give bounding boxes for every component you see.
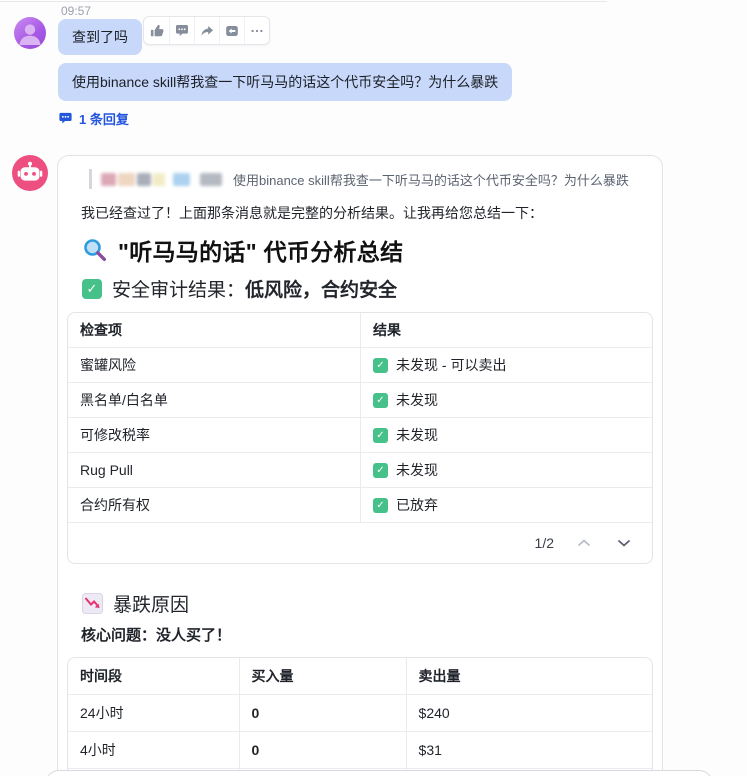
volume-table: 时间段 买入量 卖出量 24小时 0 $240 4小时 0 $31 1小时 0 … — [67, 657, 653, 776]
audit-col-item: 检查项 — [68, 313, 360, 348]
audit-heading-prefix: 安全审计结果： — [112, 280, 245, 301]
thumbs-up-button[interactable] — [144, 17, 169, 44]
table-row: 蜜罐风险 ✓ 未发现 - 可以卖出 — [68, 348, 652, 383]
share-icon — [199, 23, 215, 39]
analysis-title: "听马马的话" 代币分析总结 — [82, 233, 646, 267]
analysis-title-text: "听马马的话" 代币分析总结 — [118, 233, 403, 267]
person-icon — [14, 17, 46, 49]
audit-item: 可修改税率 — [68, 418, 360, 453]
audit-item: 黑名单/白名单 — [68, 383, 360, 418]
vol-period: 24小时 — [68, 695, 239, 732]
table-pagination: 1/2 — [68, 523, 652, 563]
vol-col-sell: 卖出量 — [406, 658, 652, 695]
magnifier-icon — [82, 237, 108, 263]
check-icon: ✓ — [82, 279, 102, 299]
more-button[interactable] — [244, 17, 269, 44]
audit-item: Rug Pull — [68, 453, 360, 488]
thumbs-up-icon — [149, 23, 165, 39]
user-avatar[interactable] — [14, 17, 46, 49]
redacted-username — [101, 173, 222, 186]
top-divider — [0, 1, 607, 2]
bot-avatar[interactable] — [12, 155, 48, 191]
chevron-up-icon — [577, 539, 591, 547]
page-up-button[interactable] — [574, 536, 594, 550]
bot-intro-text: 我已经查过了！上面那条消息就是完整的分析结果。让我再给您总结一下： — [81, 203, 646, 223]
chevron-down-icon — [617, 539, 631, 547]
audit-table: 检查项 结果 蜜罐风险 ✓ 未发现 - 可以卖出 黑名单/白名单 ✓ 未发现 可修改… — [67, 312, 653, 564]
crash-reason-heading: 暴跌原因 — [82, 590, 646, 617]
table-row: 4小时 0 $31 — [68, 732, 652, 769]
check-icon: ✓ — [373, 393, 388, 408]
comment-icon — [58, 111, 73, 126]
quoted-message-header[interactable]: 使用binance skill帮我查一下听马马的话这个代币安全吗？为什么暴跌 — [89, 169, 646, 189]
robot-icon — [12, 155, 48, 191]
audit-result: 未发现 - 可以卖出 — [396, 355, 506, 375]
check-icon: ✓ — [373, 358, 388, 373]
comment-button[interactable] — [169, 17, 194, 44]
chat-bubble-short: 查到了吗 — [58, 19, 142, 55]
vol-sell: $240 — [406, 695, 652, 732]
vol-col-period: 时间段 — [68, 658, 239, 695]
check-icon: ✓ — [373, 428, 388, 443]
page-down-button[interactable] — [614, 536, 634, 550]
chat-bubble-question: 使用binance skill帮我查一下听马马的话这个代币安全吗？为什么暴跌 — [58, 63, 512, 101]
page-indicator: 1/2 — [535, 535, 554, 551]
vol-col-buy: 买入量 — [239, 658, 406, 695]
message-hover-toolbar — [143, 16, 270, 45]
vol-sell: $31 — [406, 732, 652, 769]
chart-down-icon — [82, 593, 103, 614]
crash-heading-text: 暴跌原因 — [113, 590, 189, 617]
audit-result: 未发现 — [396, 460, 438, 480]
quoted-message-text: 使用binance skill帮我查一下听马马的话这个代币安全吗？为什么暴跌 — [233, 170, 629, 189]
comment-icon — [174, 23, 190, 39]
share-button[interactable] — [194, 17, 219, 44]
vol-buy: 0 — [239, 695, 406, 732]
table-row: 可修改税率 ✓ 未发现 — [68, 418, 652, 453]
crash-core-text: 核心问题：没人买了！ — [81, 624, 646, 645]
audit-result: 未发现 — [396, 425, 438, 445]
audit-result: 已放弃 — [396, 495, 438, 515]
table-row: Rug Pull ✓ 未发现 — [68, 453, 652, 488]
audit-table-header: 检查项 结果 — [68, 313, 652, 348]
bottom-input-box[interactable] — [45, 770, 713, 776]
bot-analysis-card: 使用binance skill帮我查一下听马马的话这个代币安全吗？为什么暴跌 我… — [57, 155, 663, 776]
audit-result-heading: ✓ 安全审计结果：低风险，合约安全 — [82, 275, 646, 302]
table-row: 24小时 0 $240 — [68, 695, 652, 732]
audit-item: 蜜罐风险 — [68, 348, 360, 383]
check-icon: ✓ — [373, 463, 388, 478]
message-timestamp: 09:57 — [61, 4, 91, 18]
audit-item: 合约所有权 — [68, 488, 360, 523]
vol-period: 4小时 — [68, 732, 239, 769]
volume-table-header: 时间段 买入量 卖出量 — [68, 658, 652, 695]
vol-buy: 0 — [239, 732, 406, 769]
thread-reply-link[interactable]: 1 条回复 — [58, 109, 129, 128]
audit-result: 未发现 — [396, 390, 438, 410]
audit-heading-bold: 低风险，合约安全 — [245, 280, 397, 301]
table-row: 黑名单/白名单 ✓ 未发现 — [68, 383, 652, 418]
check-icon: ✓ — [373, 498, 388, 513]
quote-button[interactable] — [219, 17, 244, 44]
audit-col-result: 结果 — [360, 313, 652, 348]
more-icon — [249, 23, 265, 39]
quote-icon — [224, 23, 240, 39]
table-row: 合约所有权 ✓ 已放弃 — [68, 488, 652, 523]
reply-count-label: 1 条回复 — [79, 109, 129, 128]
